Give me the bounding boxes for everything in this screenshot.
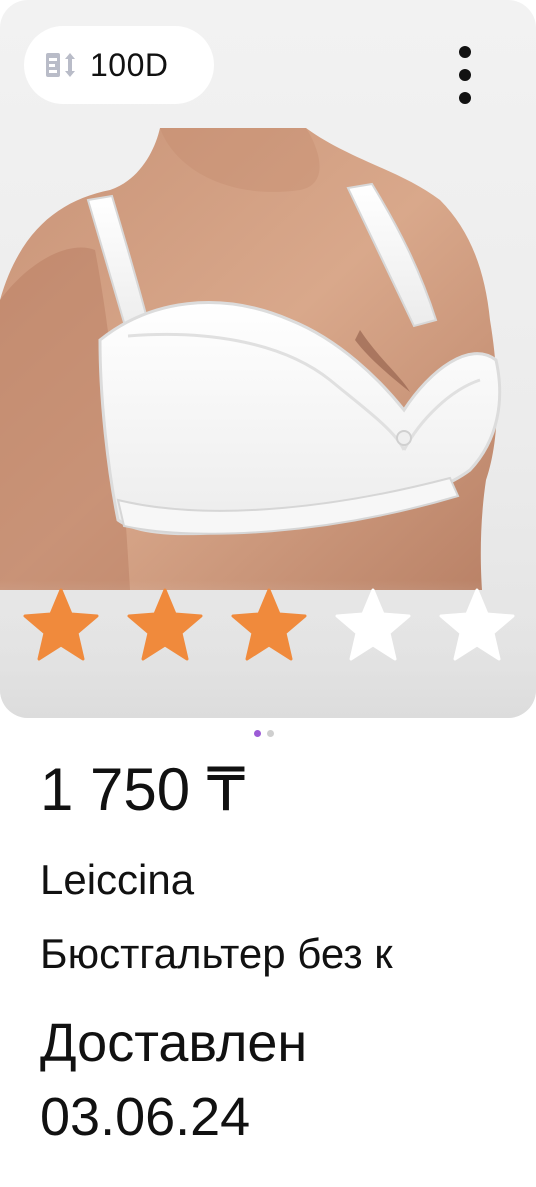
product-price: 1 750 ₸	[40, 756, 245, 823]
more-options-button[interactable]	[440, 40, 490, 110]
product-image-card[interactable]: 100D	[0, 0, 536, 718]
pager-dot	[267, 730, 274, 737]
size-icon	[46, 53, 75, 77]
product-name[interactable]: Бюстгальтер без к	[40, 928, 520, 980]
image-pager	[254, 730, 274, 737]
star-filled-icon	[127, 588, 203, 661]
star-empty-icon	[439, 588, 515, 661]
star-filled-icon	[23, 588, 99, 661]
star-empty-icon	[335, 588, 411, 661]
more-vertical-icon	[459, 46, 471, 58]
rating-stars	[22, 586, 522, 666]
product-brand[interactable]: Leiccina	[40, 854, 194, 906]
size-label: 100D	[90, 46, 169, 83]
pager-dot	[254, 730, 261, 737]
size-badge: 100D	[24, 26, 214, 104]
delivery-date: 03.06.24	[40, 1087, 251, 1147]
star-filled-icon	[231, 588, 307, 661]
delivery-status: Доставлен	[40, 1013, 308, 1073]
